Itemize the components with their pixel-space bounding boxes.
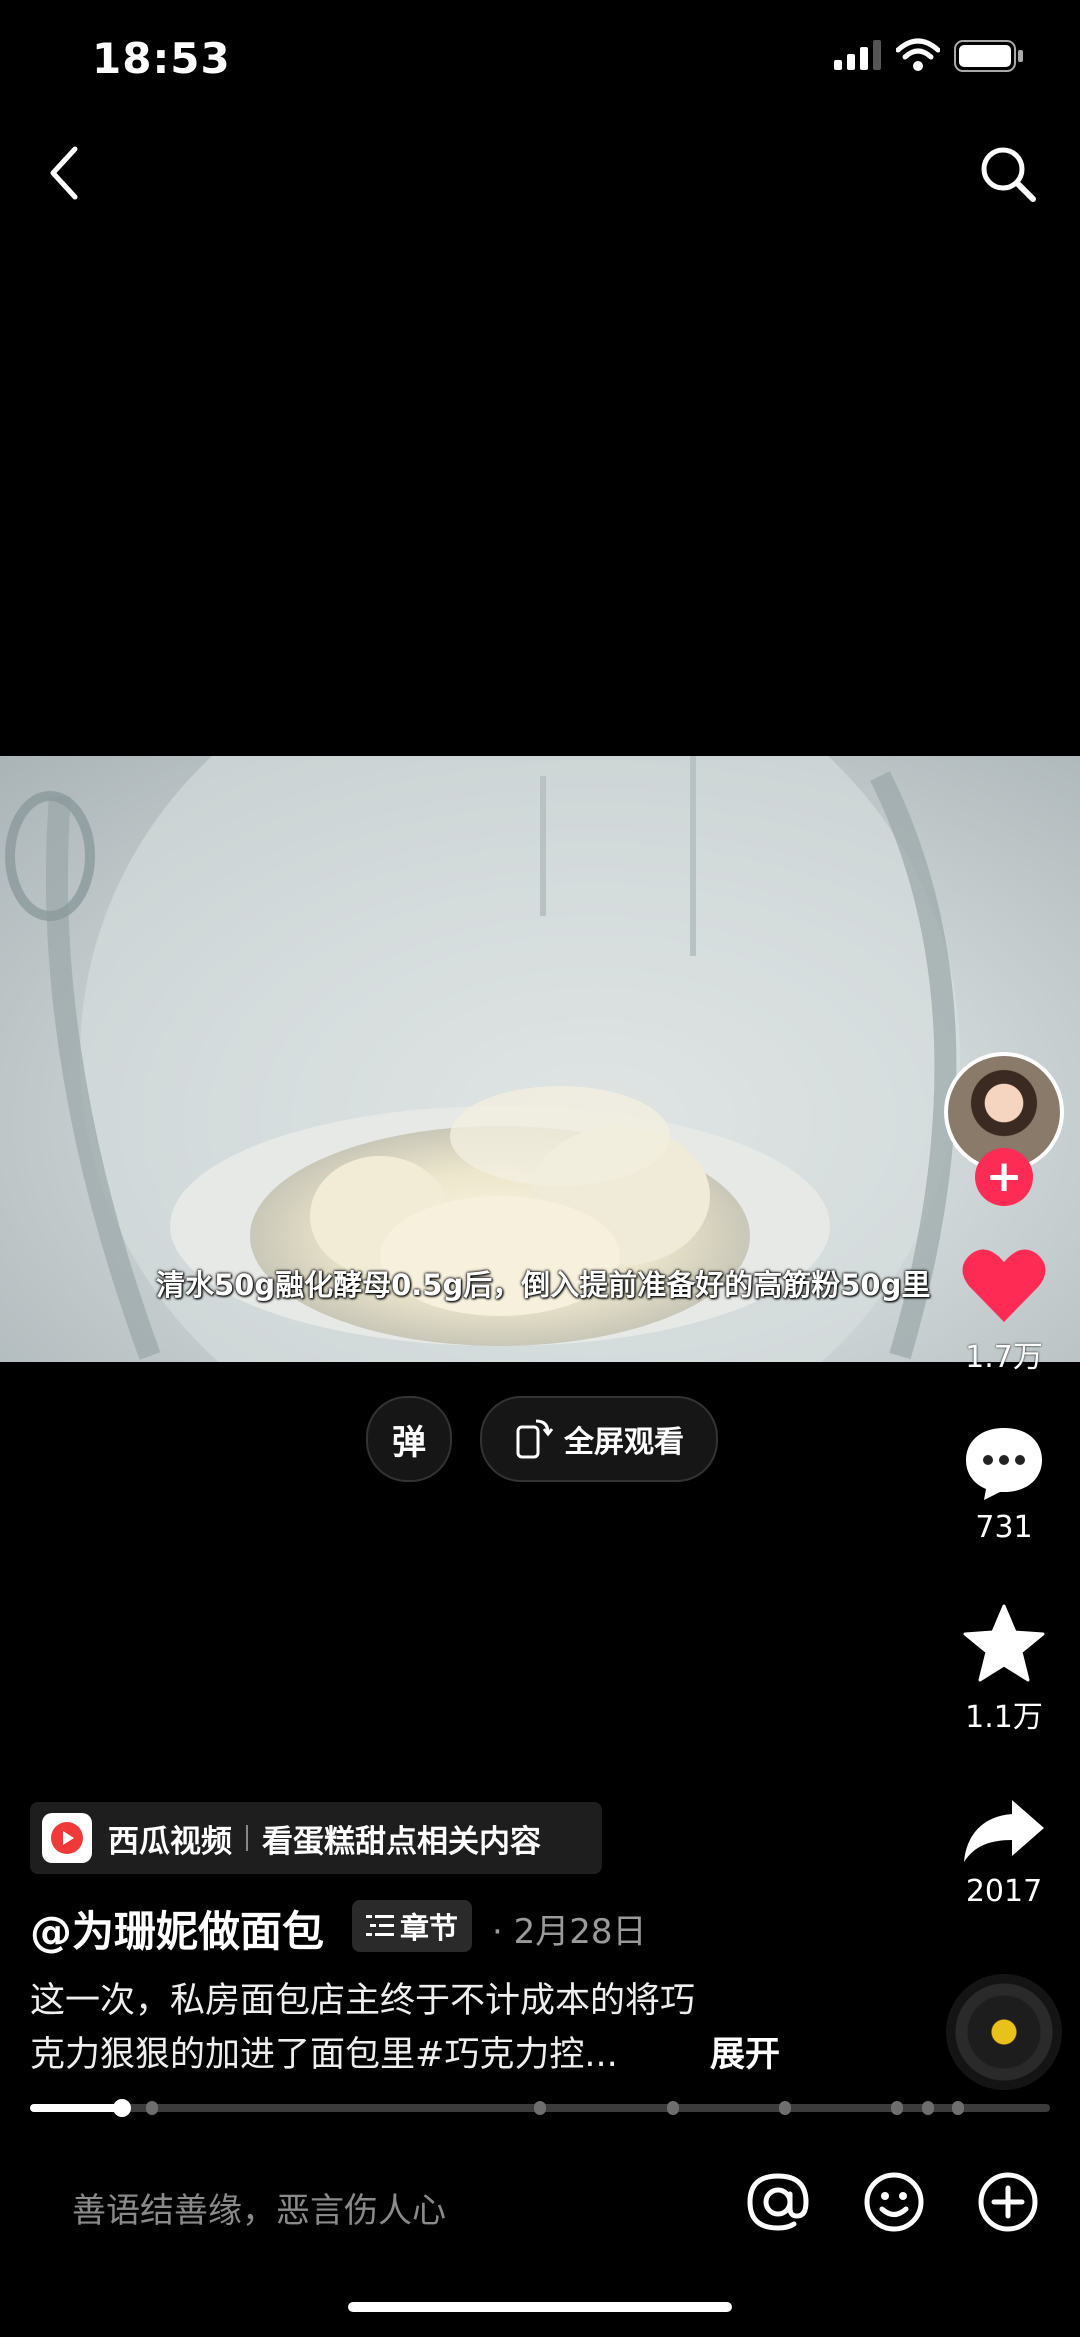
at-sign-icon [747, 2173, 809, 2231]
chapter-label: 章节 [399, 1911, 458, 1945]
star-icon [963, 1604, 1045, 1682]
favorite-button[interactable]: 1.1万 [954, 1604, 1054, 1736]
chapter-marker[interactable] [534, 2101, 546, 2115]
share-arrow-icon [964, 1800, 1044, 1862]
plus-circle-icon [978, 2172, 1038, 2232]
add-media-button[interactable] [976, 2170, 1040, 2234]
video-caption: 清水50g融化酵母0.5g后，倒入提前准备好的高筋粉50g里 [156, 1268, 931, 1302]
share-button[interactable]: 2017 [954, 1796, 1054, 1909]
status-time: 18:53 [92, 34, 231, 83]
smiley-icon [864, 2172, 924, 2232]
emoji-button[interactable] [862, 2170, 926, 2234]
wifi-icon [895, 38, 941, 76]
share-count: 2017 [965, 1874, 1043, 1909]
chapter-marker[interactable] [779, 2101, 791, 2115]
back-button[interactable] [36, 138, 92, 208]
chapter-marker[interactable] [952, 2101, 964, 2115]
battery-icon [954, 40, 1024, 76]
heart-icon [962, 1249, 1046, 1322]
plus-icon: + [985, 1151, 1023, 1202]
chapter-button[interactable]: 章节 [352, 1900, 472, 1952]
favorite-count: 1.1万 [965, 1700, 1043, 1735]
tag-divider [246, 1825, 248, 1851]
progress-fill [30, 2104, 122, 2112]
comment-input[interactable] [70, 2180, 674, 2242]
xigua-logo-icon [42, 1813, 92, 1863]
comment-icon [966, 1428, 1042, 1500]
rotate-screen-icon [516, 1419, 554, 1459]
danmaku-label: 弹 [392, 1422, 426, 1463]
fullscreen-label: 全屏观看 [564, 1425, 684, 1460]
fullscreen-button[interactable]: 全屏观看 [480, 1396, 718, 1482]
mention-button[interactable] [746, 2170, 810, 2234]
search-icon [981, 147, 1036, 202]
post-description: 这一次，私房面包店主终于不计成本的将巧 克力狠狠的加进了面包里#巧克力控... [30, 1974, 790, 2082]
chapter-list-icon [365, 1915, 394, 1936]
chapter-marker[interactable] [891, 2101, 903, 2115]
follow-button[interactable]: + [975, 1148, 1033, 1206]
chapter-marker[interactable] [922, 2101, 934, 2115]
danmaku-toggle-button[interactable]: 弹 [366, 1396, 452, 1482]
post-date: · 2月28日 [492, 1912, 647, 1952]
progress-handle[interactable] [113, 2099, 131, 2117]
comment-count: 731 [975, 1510, 1033, 1545]
like-button[interactable]: 1.7万 [954, 1246, 1054, 1376]
chapter-marker[interactable] [667, 2101, 679, 2115]
description-line-2: 克力狠狠的加进了面包里#巧克力控... [30, 2035, 618, 2075]
xigua-app-name: 西瓜视频 [108, 1823, 232, 1860]
comment-button[interactable]: 731 [954, 1424, 1054, 1545]
search-button[interactable] [972, 138, 1044, 210]
back-arrow-icon [50, 146, 78, 200]
music-disc-button[interactable] [946, 1974, 1062, 2090]
home-indicator [348, 2302, 732, 2312]
author-name[interactable]: @为珊妮做面包 [30, 1898, 324, 1959]
like-count: 1.7万 [965, 1340, 1043, 1375]
signal-icon [834, 40, 884, 74]
description-line-1: 这一次，私房面包店主终于不计成本的将巧 [30, 1981, 696, 2021]
expand-button[interactable]: 展开 [710, 2026, 780, 2077]
xigua-related-text: 看蛋糕甜点相关内容 [262, 1823, 541, 1860]
xigua-related-tag[interactable]: 西瓜视频 看蛋糕甜点相关内容 [30, 1802, 602, 1874]
chapter-marker[interactable] [146, 2101, 158, 2115]
